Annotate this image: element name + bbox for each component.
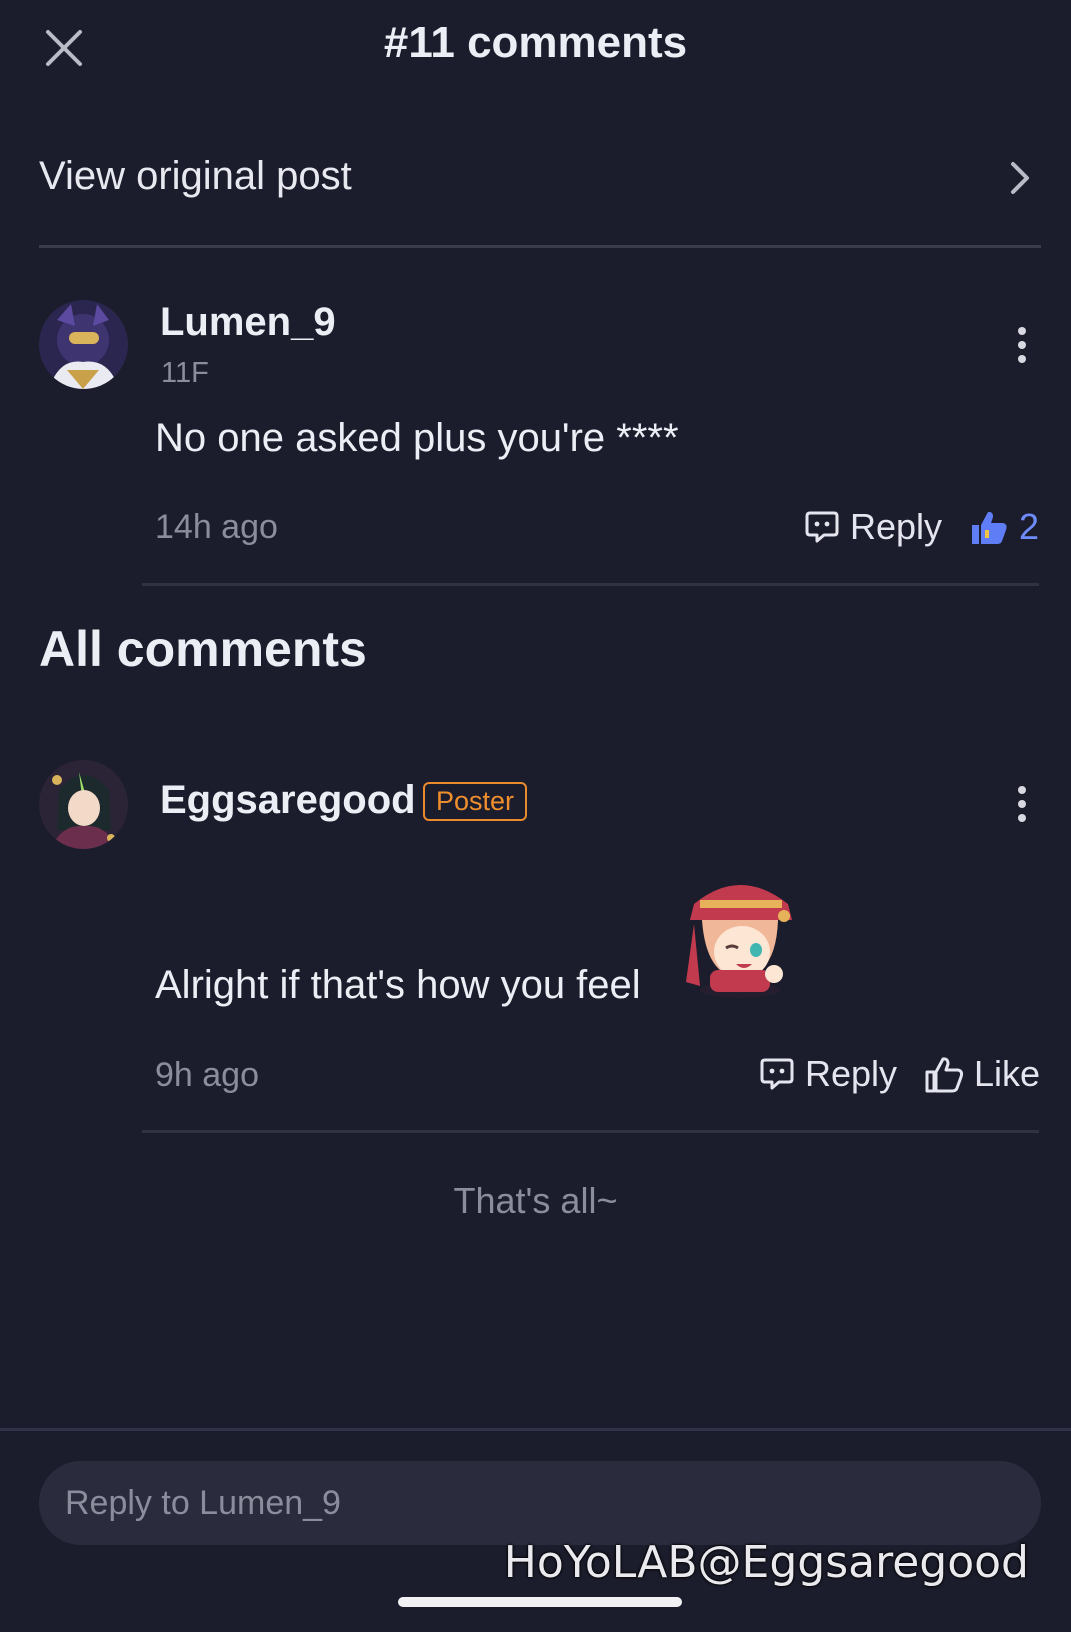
reply-bubble-icon (805, 511, 839, 543)
reply-bar: HoYoLAB@Eggsaregood (0, 1428, 1071, 1632)
comment-username[interactable]: Lumen_9 (160, 300, 336, 345)
poster-badge: Poster (423, 782, 528, 821)
reply-button[interactable]: Reply (804, 506, 942, 548)
reply-button[interactable]: Reply (759, 1053, 897, 1095)
chevron-right-icon (1011, 162, 1029, 194)
reply-label: Reply (805, 1053, 898, 1094)
comment-timestamp: 14h ago (155, 508, 278, 546)
floor-number: 11F (161, 357, 209, 389)
home-indicator[interactable] (398, 1597, 682, 1607)
reply-input[interactable] (39, 1461, 1041, 1545)
watermark: HoYoLAB@Eggsaregood (503, 1537, 1029, 1588)
page-title: #11 comments (383, 18, 688, 67)
sticker-image (686, 885, 792, 998)
comment-timestamp: 9h ago (155, 1056, 259, 1094)
avatar-image (39, 300, 128, 389)
view-original-post-row[interactable]: View original post (39, 140, 1041, 248)
reply-label: Reply (850, 506, 943, 547)
divider (142, 1130, 1039, 1133)
comment-text: Alright if that's how you feel (155, 963, 641, 1007)
thumbs-up-filled-icon (972, 511, 1007, 544)
thumbs-up-outline-icon (925, 1057, 964, 1093)
avatar-image (39, 760, 128, 849)
more-options-button[interactable] (1006, 784, 1038, 824)
comment-username[interactable]: Eggsaregood (160, 778, 416, 823)
divider (142, 583, 1039, 586)
view-original-post-label: View original post (39, 154, 352, 198)
more-vertical-icon (1018, 327, 1026, 363)
like-button-active[interactable]: 2 (969, 506, 1039, 548)
comment-text: No one asked plus you're **** (155, 416, 679, 460)
more-options-button[interactable] (1006, 325, 1038, 365)
like-label: Like (974, 1053, 1041, 1094)
more-vertical-icon (1018, 786, 1026, 822)
comment-thread-screen: #11 comments View original post Lumen_9 … (0, 0, 1071, 1632)
like-count: 2 (1019, 506, 1040, 547)
all-comments-heading: All comments (39, 621, 367, 677)
header: #11 comments (0, 0, 1071, 96)
reply-bubble-icon (760, 1058, 794, 1090)
end-of-list-label: That's all~ (453, 1180, 618, 1221)
like-button[interactable]: Like (924, 1053, 1040, 1095)
avatar[interactable] (39, 300, 128, 389)
avatar[interactable] (39, 760, 128, 849)
